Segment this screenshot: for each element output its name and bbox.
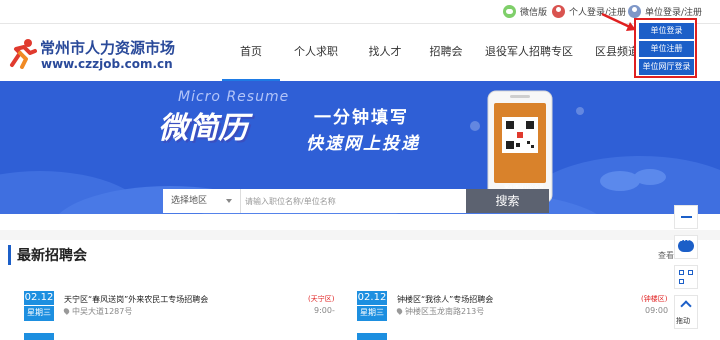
fair-district-tag: (天宁区): [308, 295, 335, 303]
area-select-label: 选择地区: [171, 196, 208, 206]
next-fair-date-badge: [24, 333, 54, 340]
chat-icon: [678, 236, 694, 252]
site-name: 常州市人力资源市场: [40, 39, 176, 57]
company-login-label: 单位登录/注册: [645, 8, 703, 18]
fair-address: 钟楼区玉龙南路213号: [405, 307, 485, 316]
fair-weekday: 星期三: [357, 305, 387, 320]
banner-line-2: 快速网上投递: [306, 134, 420, 154]
chevron-up-icon: [680, 300, 692, 312]
search-input[interactable]: [241, 189, 466, 213]
fair-date-badge: 02.12 星期三: [357, 291, 387, 321]
company-hall-login-button[interactable]: 单位网厅登录: [639, 59, 694, 75]
location-pin-icon: [62, 307, 71, 315]
wechat-label: 微信版: [520, 8, 548, 18]
search-button[interactable]: 搜索: [466, 189, 549, 213]
fair-title[interactable]: 天宁区“春风送岗”外来农民工专场招聘会: [64, 294, 208, 305]
nav-veteran-zone[interactable]: 退役军人招聘专区: [474, 25, 584, 81]
company-login-dropdown: 单位登录 单位注册 单位网厅登录: [634, 18, 697, 78]
collapse-button[interactable]: [674, 205, 698, 229]
qr-code-icon: [688, 270, 693, 275]
fair-title[interactable]: 钟楼区“我徐人”专场招聘会: [397, 294, 493, 305]
fair-time: 9:00-: [314, 306, 335, 315]
fair-weekday: 星期三: [24, 305, 54, 320]
fair-date: 02.12: [24, 292, 54, 303]
next-fair-date-badge: [357, 333, 387, 340]
back-to-top-label: 拖动: [676, 317, 690, 325]
job-fair-item[interactable]: 02.12 星期三 天宁区“春风送岗”外来农民工专场招聘会 中吴大道1287号 …: [24, 291, 336, 327]
section-heading: 最新招聘会: [8, 245, 87, 265]
fair-address: 中吴大道1287号: [72, 307, 133, 316]
qr-code-icon: [679, 279, 684, 284]
location-pin-icon: [395, 307, 404, 315]
search-bar: 选择地区 搜索: [163, 189, 549, 213]
qr-code-button[interactable]: [674, 265, 698, 289]
nav-find-talent[interactable]: 找人才: [352, 25, 418, 81]
back-to-top-button[interactable]: 拖动: [674, 295, 698, 329]
banner-line-1: 一分钟填写: [314, 108, 409, 128]
fair-district-tag: (钟楼区): [641, 295, 668, 303]
person-icon: [552, 5, 565, 18]
job-fair-item[interactable]: 02.12 星期三 钟楼区“我徐人”专场招聘会 钟楼区玉龙南路213号 (钟楼区…: [357, 291, 669, 327]
site-logo[interactable]: 常州市人力资源市场 www.czzjob.com.cn: [8, 35, 175, 75]
wechat-version-link[interactable]: 微信版: [503, 5, 547, 18]
logo-runner-icon: [10, 39, 37, 69]
chat-button[interactable]: [674, 235, 698, 259]
section-title: 最新招聘会: [17, 248, 87, 264]
nav-job-fairs[interactable]: 招聘会: [418, 25, 474, 81]
wechat-icon: [503, 5, 516, 18]
chevron-down-icon: [226, 199, 232, 203]
fair-time: 09:00: [645, 306, 669, 315]
fair-date: 02.12: [357, 292, 387, 303]
qr-code-icon: [679, 270, 684, 275]
banner-title: 微简历: [158, 111, 248, 146]
company-login-button[interactable]: 单位登录: [639, 23, 694, 39]
site-url: www.czzjob.com.cn: [41, 57, 173, 71]
nav-home[interactable]: 首页: [222, 25, 280, 81]
area-select[interactable]: 选择地区: [163, 189, 241, 213]
section-divider: [0, 230, 720, 240]
fair-date-badge: 02.12 星期三: [24, 291, 54, 321]
view-more-link[interactable]: 查看: [658, 250, 674, 261]
main-nav: 首页 个人求职 找人才 招聘会 退役军人招聘专区 区县频道: [222, 25, 650, 81]
company-register-button[interactable]: 单位注册: [639, 41, 694, 57]
nav-job-seeking[interactable]: 个人求职: [280, 25, 352, 81]
